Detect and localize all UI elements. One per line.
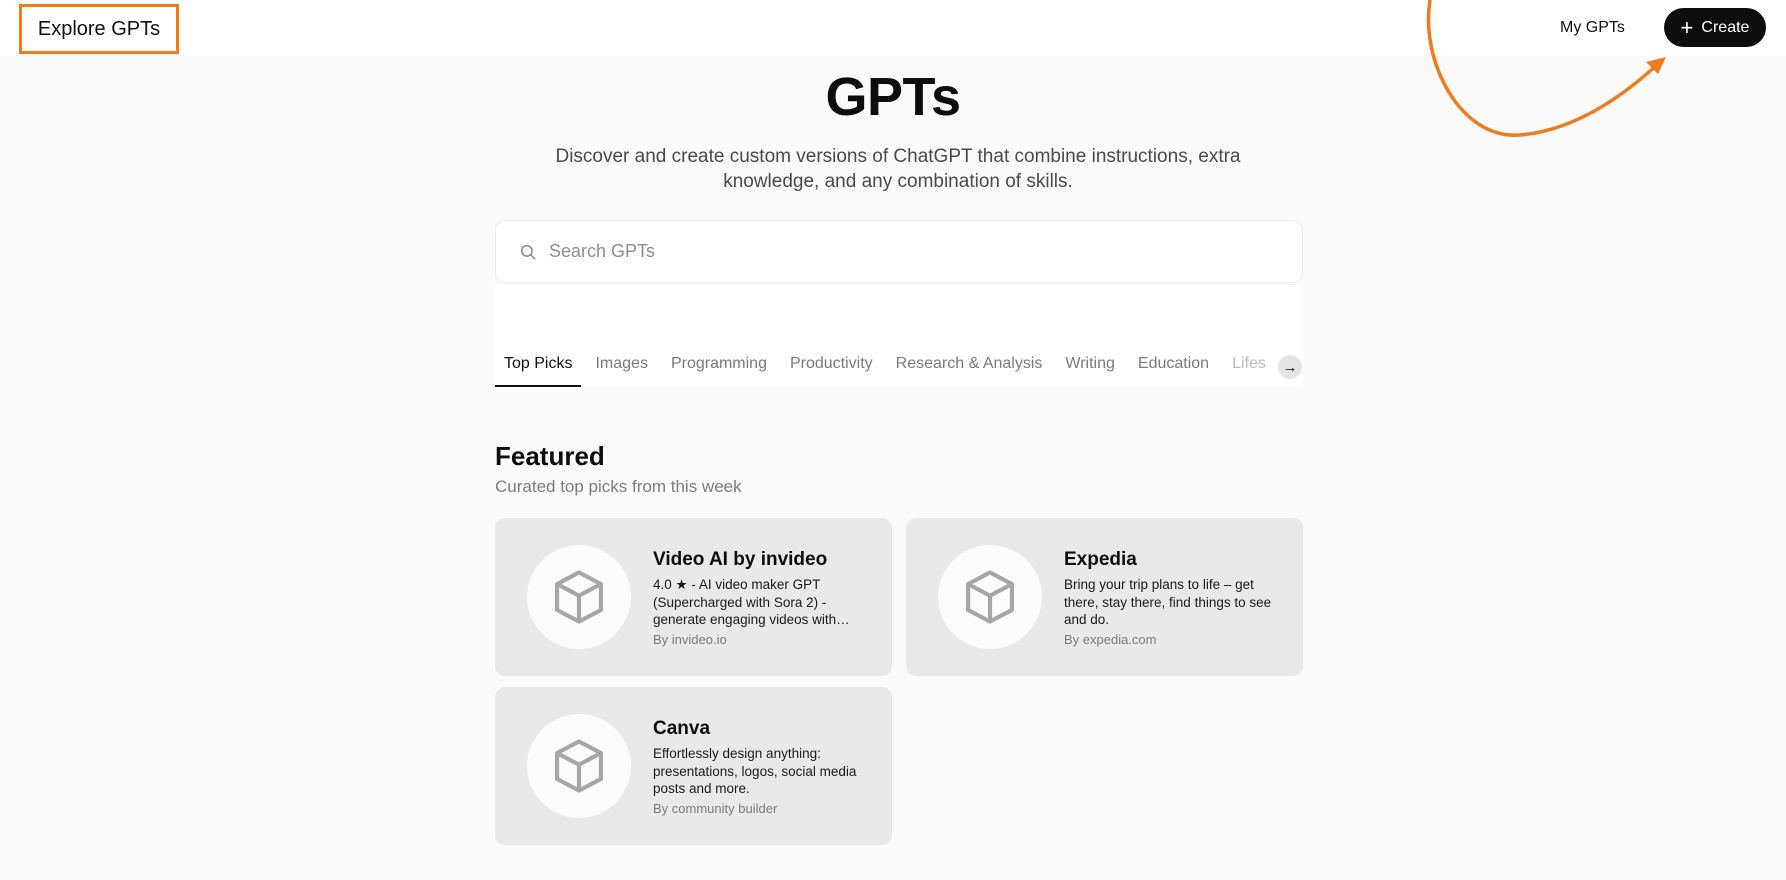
my-gpts-link[interactable]: My GPTs (1560, 14, 1625, 42)
cube-icon (554, 739, 604, 793)
card-author: By community builder (653, 801, 778, 816)
tab-productivity[interactable]: Productivity (781, 355, 882, 387)
card-description: Bring your trip plans to life – get ther… (1064, 577, 1272, 627)
search-input[interactable] (549, 241, 1249, 262)
card-author: By expedia.com (1064, 632, 1157, 647)
cube-icon (965, 570, 1015, 624)
search-icon (520, 244, 536, 259)
card-description: 4.0 ★ - AI video maker GPT (Supercharged… (653, 577, 850, 627)
gpt-card-video-ai[interactable]: Video AI by invideo 4.0 ★ - AI video mak… (495, 518, 892, 676)
card-description: Effortlessly design anything: presentati… (653, 746, 857, 796)
tab-research-analysis[interactable]: Research & Analysis (887, 355, 1052, 387)
arrow-right-icon: → (1282, 358, 1298, 376)
hero-title: GPTs (825, 67, 961, 127)
gpt-card-canva[interactable]: Canva Effortlessly design anything: pres… (495, 687, 892, 845)
card-author: By invideo.io (653, 632, 727, 647)
avatar (527, 714, 631, 818)
featured-subtitle: Curated top picks from this week (495, 477, 742, 496)
card-title: Expedia (1064, 549, 1137, 570)
category-tabs: Top Picks Images Programming Productivit… (495, 340, 1303, 387)
tab-writing[interactable]: Writing (1056, 355, 1124, 387)
card-title: Video AI by invideo (653, 549, 828, 570)
avatar (527, 545, 631, 649)
create-button-label: Create (1701, 18, 1750, 36)
spacer-panel (495, 285, 1303, 340)
card-title: Canva (653, 718, 711, 739)
hero-subtitle: Discover and create custom versions of C… (555, 146, 1241, 192)
plus-icon: + (1680, 14, 1694, 40)
search-box[interactable] (495, 220, 1303, 283)
featured-heading: Featured (495, 441, 605, 471)
tabs-scroll-right-button[interactable]: → (1278, 355, 1302, 379)
gpt-card-expedia[interactable]: Expedia Bring your trip plans to life – … (906, 518, 1303, 676)
tab-top-picks[interactable]: Top Picks (495, 355, 582, 387)
avatar (938, 545, 1042, 649)
page-title-explore-gpts: Explore GPTs (19, 4, 179, 54)
create-button[interactable]: + Create (1664, 8, 1766, 47)
tab-programming[interactable]: Programming (662, 355, 776, 387)
top-bar (0, 0, 1786, 56)
cube-icon (554, 570, 604, 624)
tab-images[interactable]: Images (586, 355, 656, 387)
tab-education[interactable]: Education (1129, 355, 1218, 387)
tab-lifestyle[interactable]: Lifes (1223, 355, 1275, 387)
